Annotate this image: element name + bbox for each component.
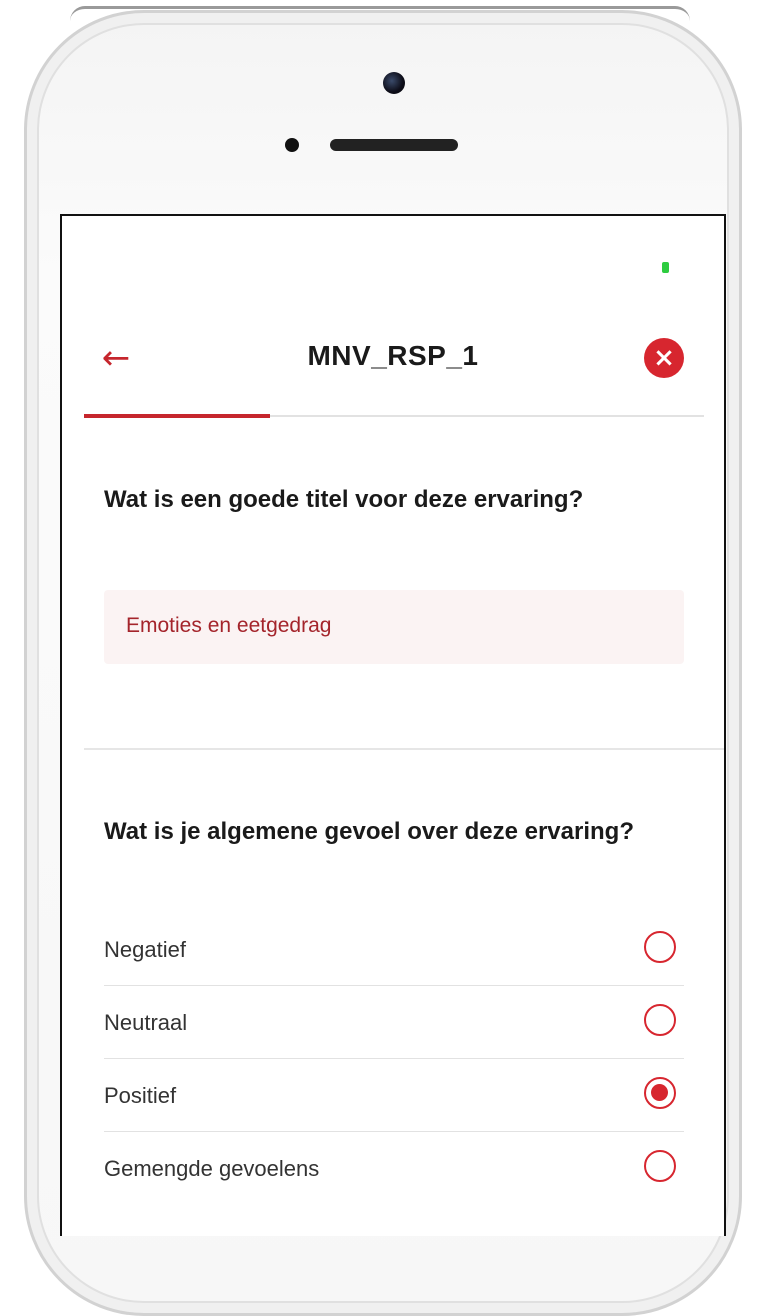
option-label: Neutraal [104,1010,188,1035]
progress-bar [84,414,704,418]
option-neutraal[interactable]: Neutraal [104,986,684,1059]
earpiece-speaker [330,139,458,151]
answer-text: Emoties en eetgedrag [126,614,332,637]
option-negatief[interactable]: Negatief [104,913,684,986]
radio-button[interactable] [644,931,676,963]
radio-button[interactable] [644,1150,676,1182]
option-label: Gemengde gevoelens [104,1156,320,1181]
radio-button[interactable] [644,1077,676,1109]
close-button[interactable]: × [644,338,684,378]
section-divider [84,748,724,750]
back-button[interactable]: ← [96,338,136,378]
battery-icon [662,262,669,273]
proximity-sensor [285,138,299,152]
close-icon: × [653,343,675,373]
app-screen: ← MNV_RSP_1 × Wat is een goede titel voo… [60,214,726,1236]
page-title: MNV_RSP_1 [307,340,479,371]
phone-top-edge [70,6,690,21]
arrow-left-icon: ← [101,338,131,378]
phone-device: ← MNV_RSP_1 × Wat is een goede titel voo… [0,0,760,1316]
question-title: Wat is je algemene gevoel over deze erva… [104,818,634,845]
question-title: Wat is een goede titel voor deze ervarin… [104,486,584,513]
option-gemengde-gevoelens[interactable]: Gemengde gevoelens [104,1132,684,1205]
option-positief[interactable]: Positief [104,1059,684,1132]
title-answer-field[interactable]: Emoties en eetgedrag [104,590,684,664]
option-label: Negatief [104,937,186,962]
front-camera [383,72,405,94]
option-label: Positief [104,1083,177,1108]
progress-fill [84,414,270,418]
radio-button[interactable] [644,1004,676,1036]
navigation-bar: ← MNV_RSP_1 × [62,326,724,396]
